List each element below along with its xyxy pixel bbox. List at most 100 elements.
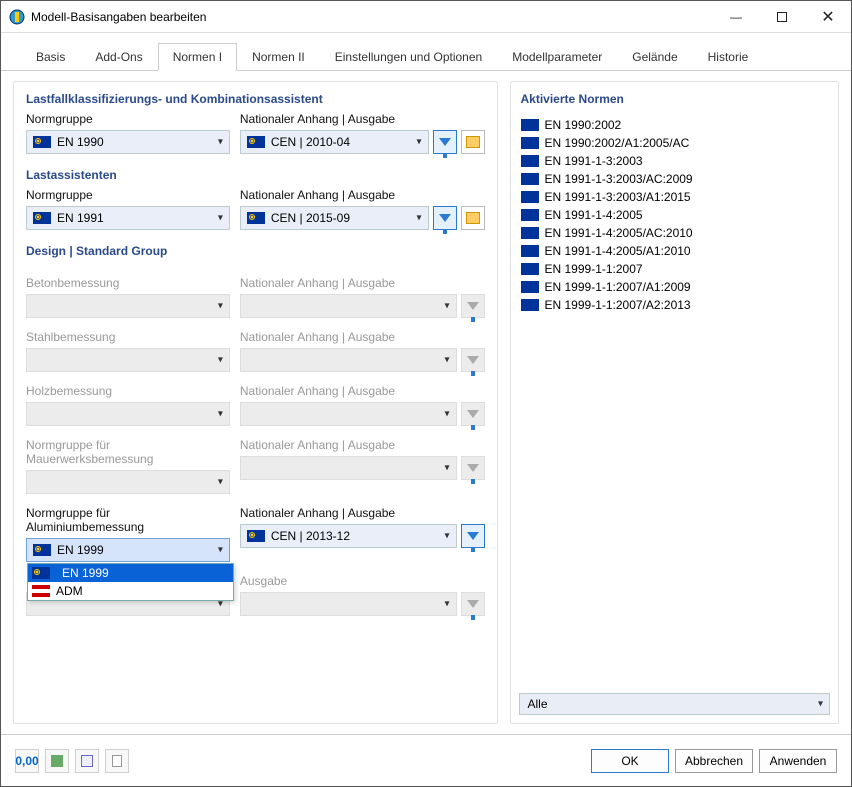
chevron-down-icon: ▾ [218, 213, 223, 224]
standard-item[interactable]: EN 1991-1-3:2003 [511, 152, 839, 170]
chevron-down-icon: ▾ [444, 599, 449, 610]
tab-historie[interactable]: Historie [693, 43, 764, 70]
tool-units[interactable]: 0,00 [15, 749, 39, 773]
funnel-icon [439, 214, 451, 222]
row-mauerwerk: Normgruppe für Mauerwerksbemessung▾ Nati… [26, 438, 485, 494]
chevron-down-icon: ▾ [218, 477, 223, 488]
chevron-down-icon: ▾ [444, 355, 449, 366]
disabled-select: ▾ [240, 402, 457, 426]
chevron-down-icon: ▾ [218, 137, 223, 148]
copy-icon [112, 755, 122, 767]
ok-button[interactable]: OK [591, 749, 669, 773]
cancel-button[interactable]: Abbrechen [675, 749, 753, 773]
tab-einstellungen[interactable]: Einstellungen und Optionen [320, 43, 497, 70]
app-icon [9, 9, 25, 25]
eu-flag-icon [33, 136, 51, 148]
standard-item[interactable]: EN 1991-1-3:2003/AC:2009 [511, 170, 839, 188]
standard-item[interactable]: EN 1991-1-4:2005 [511, 206, 839, 224]
filter-button[interactable] [461, 524, 485, 548]
disabled-select: ▾ [240, 592, 457, 616]
eu-flag-icon [521, 119, 539, 131]
eu-flag-icon [521, 281, 539, 293]
footer: 0,00 OK Abbrechen Anwenden [1, 734, 851, 786]
funnel-icon [467, 356, 479, 364]
chevron-down-icon: ▾ [218, 409, 223, 420]
normgruppe-select-aluminium[interactable]: EN 1999 ▾ EN 1999 ADM [26, 538, 230, 562]
tab-basis[interactable]: Basis [21, 43, 80, 70]
disabled-select: ▾ [26, 294, 230, 318]
chevron-down-icon: ▾ [444, 301, 449, 312]
standard-item[interactable]: EN 1990:2002/A1:2005/AC [511, 134, 839, 152]
tool-save[interactable] [75, 749, 99, 773]
disabled-select: ▾ [26, 470, 230, 494]
annex-select-cen-2015[interactable]: CEN | 2015-09 ▾ [240, 206, 429, 230]
dropdown-option-adm[interactable]: ADM [28, 582, 233, 600]
folder-icon [466, 136, 480, 148]
chevron-down-icon: ▾ [416, 137, 421, 148]
titlebar: Modell-Basisangaben bearbeiten — ✕ [1, 1, 851, 33]
eu-flag-icon [521, 227, 539, 239]
eu-flag-icon [521, 137, 539, 149]
dropdown-list: EN 1999 ADM [27, 563, 234, 601]
folder-button[interactable] [461, 130, 485, 154]
minimize-button[interactable]: — [713, 2, 759, 32]
apply-button[interactable]: Anwenden [759, 749, 837, 773]
disabled-select: ▾ [26, 402, 230, 426]
filter-button-disabled [461, 456, 485, 480]
chevron-down-icon: ▾ [218, 301, 223, 312]
tool-copy[interactable] [105, 749, 129, 773]
save-icon [81, 755, 93, 767]
tab-gelaende[interactable]: Gelände [617, 43, 692, 70]
tab-normen-i[interactable]: Normen I [158, 43, 237, 71]
disabled-select: ▾ [240, 456, 457, 480]
tab-bar: Basis Add-Ons Normen I Normen II Einstel… [1, 33, 851, 71]
filter-button[interactable] [433, 130, 457, 154]
chevron-down-icon: ▾ [416, 213, 421, 224]
standard-item[interactable]: EN 1999-1-1:2007/A1:2009 [511, 278, 839, 296]
tool-refresh[interactable] [45, 749, 69, 773]
filter-button-disabled [461, 348, 485, 372]
eu-flag-icon [521, 245, 539, 257]
funnel-icon [467, 464, 479, 472]
chevron-down-icon: ▾ [444, 409, 449, 420]
annex-select-cen-2010[interactable]: CEN | 2010-04 ▾ [240, 130, 429, 154]
filter-select-alle[interactable]: Alle ▾ [519, 693, 831, 715]
normgruppe-select-en1990[interactable]: EN 1990 ▾ [26, 130, 230, 154]
standard-item[interactable]: EN 1991-1-4:2005/A1:2010 [511, 242, 839, 260]
refresh-icon [51, 755, 63, 767]
eu-flag-icon [521, 191, 539, 203]
folder-button[interactable] [461, 206, 485, 230]
section-title: Lastassistenten [26, 168, 485, 182]
tab-addons[interactable]: Add-Ons [80, 43, 157, 70]
maximize-button[interactable] [759, 2, 805, 32]
standard-item[interactable]: EN 1990:2002 [511, 116, 839, 134]
eu-flag-icon [521, 299, 539, 311]
funnel-icon [467, 410, 479, 418]
eu-flag-icon [521, 209, 539, 221]
row-beton: Betonbemessung▾ Nationaler Anhang | Ausg… [26, 276, 485, 318]
standard-item[interactable]: EN 1999-1-1:2007 [511, 260, 839, 278]
section-lastassistenten: Lastassistenten Normgruppe EN 1991 ▾ Nat… [26, 168, 485, 230]
normgruppe-label: Normgruppe [26, 112, 230, 126]
tab-modellparameter[interactable]: Modellparameter [497, 43, 617, 70]
funnel-icon [439, 138, 451, 146]
funnel-icon [467, 532, 479, 540]
normgruppe-label: Normgruppe [26, 188, 230, 202]
tab-normen-ii[interactable]: Normen II [237, 43, 320, 70]
section-combination-assistant: Lastfallklassifizierungs- und Kombinatio… [26, 92, 485, 154]
standard-item[interactable]: EN 1999-1-1:2007/A2:2013 [511, 296, 839, 314]
standard-item[interactable]: EN 1991-1-4:2005/AC:2010 [511, 224, 839, 242]
chevron-down-icon: ▾ [818, 699, 823, 710]
funnel-icon [467, 302, 479, 310]
eu-flag-icon [247, 530, 265, 542]
row-stahl: Stahlbemessung▾ Nationaler Anhang | Ausg… [26, 330, 485, 372]
dropdown-option-en1999[interactable]: EN 1999 [28, 564, 233, 582]
normgruppe-select-en1991[interactable]: EN 1991 ▾ [26, 206, 230, 230]
annex-select-cen-2013[interactable]: CEN | 2013-12 ▾ [240, 524, 457, 548]
filter-button[interactable] [433, 206, 457, 230]
close-button[interactable]: ✕ [805, 2, 851, 32]
eu-flag-icon [521, 155, 539, 167]
standard-item[interactable]: EN 1991-1-3:2003/A1:2015 [511, 188, 839, 206]
eu-flag-icon [521, 263, 539, 275]
standards-list: EN 1990:2002EN 1990:2002/A1:2005/ACEN 19… [511, 116, 839, 314]
